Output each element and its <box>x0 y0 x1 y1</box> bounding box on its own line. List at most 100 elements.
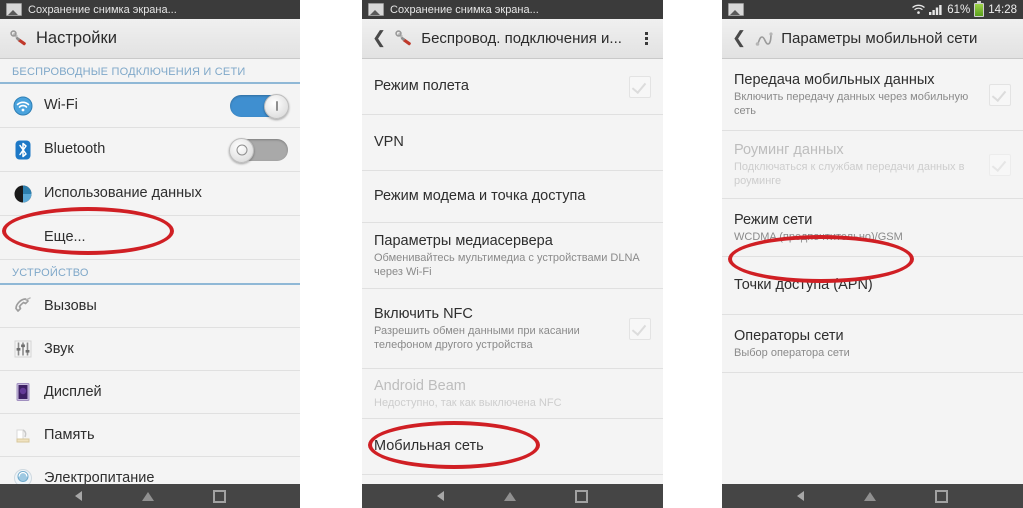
nfc-checkbox[interactable] <box>629 317 651 340</box>
bluetooth-toggle[interactable] <box>229 137 288 163</box>
settings-list: БЕСПРОВОДНЫЕ ПОДКЛЮЧЕНИЯ И СЕТИ Wi-Fi Bl… <box>0 59 300 508</box>
list-item-data-usage[interactable]: Использование данных <box>0 172 300 216</box>
back-icon[interactable] <box>74 491 82 501</box>
wifi-icon <box>912 4 925 15</box>
list-item-mobile-network[interactable]: Мобильная сеть <box>362 419 663 475</box>
signal-icon <box>929 4 943 15</box>
settings-wrench-icon <box>393 28 415 50</box>
list-item-label: Использование данных <box>44 185 202 202</box>
recents-icon[interactable] <box>212 489 226 503</box>
image-icon <box>368 3 384 16</box>
navigation-bar <box>362 484 663 508</box>
list-item-airplane-mode[interactable]: Режим полета <box>362 59 663 115</box>
storage-icon <box>12 424 34 446</box>
list-item-network-mode[interactable]: Режим сети WCDMA (предпочтительно)/GSM <box>722 199 1023 257</box>
airplane-mode-checkbox[interactable] <box>629 75 651 98</box>
list-item-apn[interactable]: Точки доступа (APN) <box>722 257 1023 315</box>
home-icon[interactable] <box>504 491 516 501</box>
home-icon[interactable] <box>864 491 876 501</box>
back-icon[interactable] <box>437 491 444 501</box>
list-item-label: Мобильная сеть <box>374 438 484 455</box>
page-title: Настройки <box>36 29 117 47</box>
list-item-label: Память <box>44 426 95 443</box>
overflow-menu-icon[interactable] <box>639 32 655 45</box>
back-icon[interactable] <box>797 491 804 501</box>
list-item-label: Bluetooth <box>44 141 106 158</box>
wifi-icon <box>12 95 34 117</box>
navigation-bar <box>0 484 300 508</box>
status-bar: Сохранение снимка экрана... <box>362 0 663 19</box>
list-item-label: Режим сети <box>734 211 813 228</box>
section-header-wireless: БЕСПРОВОДНЫЕ ПОДКЛЮЧЕНИЯ И СЕТИ <box>0 59 300 84</box>
list-item-label: Включить NFC <box>374 305 473 322</box>
list-item-wifi[interactable]: Wi-Fi <box>0 84 300 128</box>
data-usage-icon <box>12 183 34 205</box>
sound-icon <box>12 338 34 360</box>
list-item-label: Android Beam <box>374 377 466 394</box>
list-item-label: VPN <box>374 134 404 151</box>
list-item-label: Операторы сети <box>734 327 844 344</box>
list-item-mobile-data[interactable]: Передача мобильных данных Включить перед… <box>722 59 1023 131</box>
battery-icon <box>974 0 985 17</box>
page-title: Параметры мобильной сети <box>781 30 978 47</box>
settings-wrench-icon <box>8 28 30 50</box>
page-title: Беспровод. подключения и... <box>421 30 622 47</box>
data-roaming-checkbox <box>989 153 1011 176</box>
list-item-label: Параметры медиасервера <box>374 232 553 249</box>
action-bar: ❮ Параметры мобильной сети <box>722 19 1023 59</box>
action-bar: Настройки <box>0 19 300 59</box>
list-item-sublabel: Разрешить обмен данными при касании теле… <box>374 324 580 352</box>
navigation-bar <box>722 484 1023 508</box>
list-item-label: Wi-Fi <box>44 97 78 114</box>
spacer-icon <box>12 227 34 249</box>
bluetooth-icon <box>12 139 34 161</box>
network-icon <box>753 28 775 50</box>
list-item-sound[interactable]: Звук <box>0 328 300 371</box>
list-item-label: Еще... <box>44 229 86 246</box>
clock-label: 14:28 <box>988 3 1017 16</box>
phone-panel-wireless-networks: Сохранение снимка экрана... ❮ Беспровод.… <box>362 0 663 508</box>
image-icon <box>728 3 744 16</box>
battery-percent-label: 61% <box>947 3 971 16</box>
wifi-toggle[interactable] <box>230 93 289 119</box>
back-chevron-icon[interactable]: ❮ <box>730 29 747 48</box>
phone-panel-mobile-network-settings: 61% 14:28 ❮ Параметры мобильной сети Пер… <box>722 0 1023 508</box>
status-bar: Сохранение снимка экрана... <box>0 0 300 19</box>
list-item-sublabel: Недоступно, так как выключена NFC <box>374 397 562 410</box>
section-header-device: УСТРОЙСТВО <box>0 260 300 285</box>
list-item-enable-nfc[interactable]: Включить NFC Разрешить обмен данными при… <box>362 289 663 369</box>
status-bar: 61% 14:28 <box>722 0 1023 19</box>
recents-icon[interactable] <box>575 489 588 503</box>
status-bar-text: Сохранение снимка экрана... <box>390 3 539 16</box>
settings-list: Передача мобильных данных Включить перед… <box>722 59 1023 508</box>
action-bar: ❮ Беспровод. подключения и... <box>362 19 663 59</box>
list-item-sublabel: Выбор оператора сети <box>734 347 850 360</box>
phone-panel-settings-main: Сохранение снимка экрана... Настройки БЕ… <box>0 0 300 508</box>
list-item-calls[interactable]: Вызовы <box>0 285 300 328</box>
list-item-sublabel: Включить передачу данных через мобильную… <box>734 90 969 118</box>
home-icon[interactable] <box>141 491 154 501</box>
settings-list: Режим полета VPN Режим модема и точка до… <box>362 59 663 508</box>
list-item-bluetooth[interactable]: Bluetooth <box>0 128 300 172</box>
list-item-label: Передача мобильных данных <box>734 71 935 88</box>
list-item-sublabel: Обменивайтесь мультимедиа с устройствами… <box>374 251 640 279</box>
back-chevron-icon[interactable]: ❮ <box>370 29 387 48</box>
list-item-vpn[interactable]: VPN <box>362 115 663 171</box>
list-item-label: Дисплей <box>44 383 102 400</box>
list-item-storage[interactable]: Память <box>0 414 300 457</box>
list-item-sublabel: WCDMA (предпочтительно)/GSM <box>734 231 903 244</box>
list-item-tethering[interactable]: Режим модема и точка доступа <box>362 171 663 223</box>
list-item-data-roaming: Роуминг данных Подключаться к службам пе… <box>722 131 1023 199</box>
list-item-label: Режим полета <box>374 78 469 95</box>
image-icon <box>6 3 22 16</box>
status-bar-text: Сохранение снимка экрана... <box>28 3 177 16</box>
list-item-label: Точки доступа (APN) <box>734 277 873 294</box>
mobile-data-checkbox[interactable] <box>989 83 1011 106</box>
list-item-network-operators[interactable]: Операторы сети Выбор оператора сети <box>722 315 1023 373</box>
recents-icon[interactable] <box>935 489 948 503</box>
screenshot-stage: Сохранение снимка экрана... Настройки БЕ… <box>0 0 1023 508</box>
list-item-display[interactable]: Дисплей <box>0 371 300 414</box>
list-item-more[interactable]: Еще... <box>0 216 300 260</box>
list-item-media-server[interactable]: Параметры медиасервера Обменивайтесь мул… <box>362 223 663 289</box>
display-icon <box>12 381 34 403</box>
